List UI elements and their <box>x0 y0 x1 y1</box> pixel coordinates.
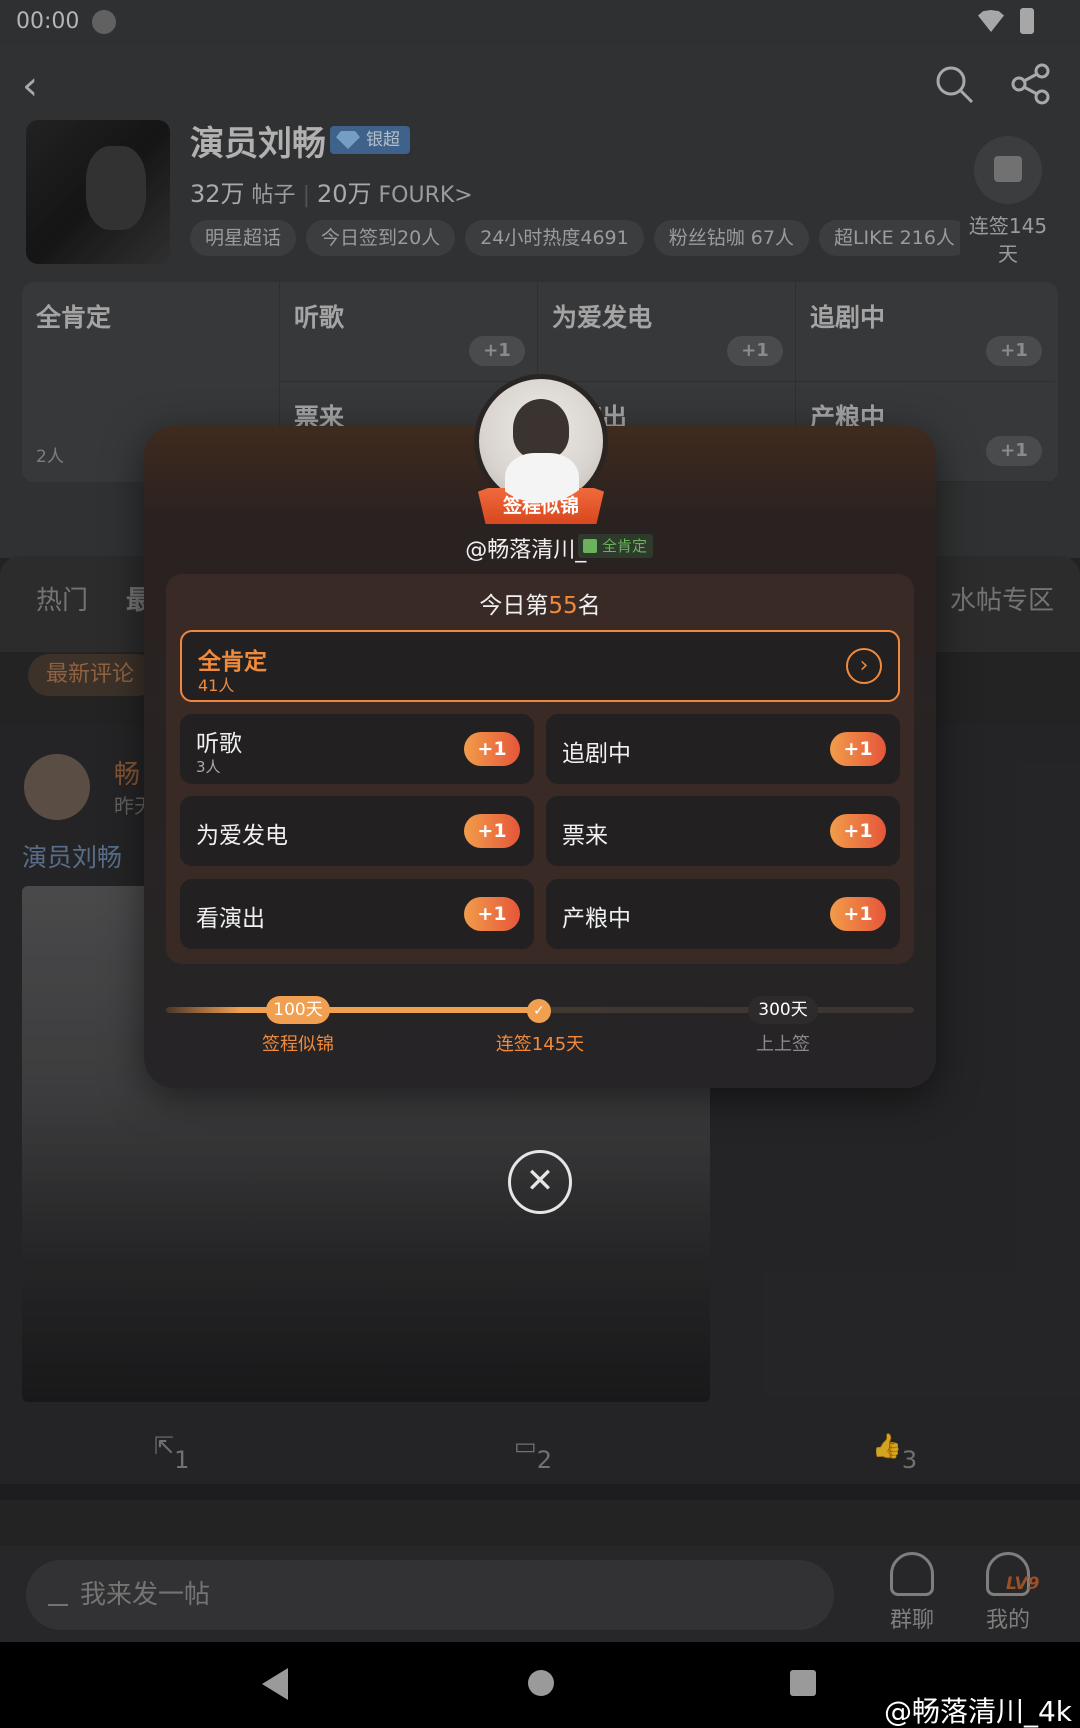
plus-one-button[interactable]: +1 <box>464 897 520 931</box>
close-icon[interactable]: ✕ <box>508 1150 572 1214</box>
current-streak-label: 连签145天 <box>495 1034 585 1055</box>
chevron-right-icon[interactable]: › <box>846 648 882 684</box>
modal-item[interactable]: 票来 +1 <box>546 796 900 866</box>
modal-item[interactable]: 听歌 3人 +1 <box>180 714 534 784</box>
modal-user-tag: 全肯定 <box>578 534 654 558</box>
modal-item[interactable]: 产粮中 +1 <box>546 879 900 949</box>
milestone-300-label: 上上签 <box>756 1034 810 1055</box>
plus-one-button[interactable]: +1 <box>830 732 886 766</box>
modal-item[interactable]: 追剧中 +1 <box>546 714 900 784</box>
rank-number: 55 <box>548 593 578 619</box>
plus-one-button[interactable]: +1 <box>464 814 520 848</box>
modal-item-label: 产粮中 <box>562 906 631 932</box>
plus-one-button[interactable]: +1 <box>830 897 886 931</box>
rank-suffix: 名 <box>577 593 601 619</box>
plus-one-button[interactable]: +1 <box>464 732 520 766</box>
plus-one-button[interactable]: +1 <box>830 814 886 848</box>
milestone-100: 100天 <box>266 996 330 1024</box>
modal-item[interactable]: 看演出 +1 <box>180 879 534 949</box>
modal-avatar <box>474 374 608 508</box>
main-item-count: 41人 <box>198 676 235 695</box>
milestone-100-label: 签程似锦 <box>262 1034 334 1055</box>
milestone-300: 300天 <box>748 996 818 1024</box>
modal-item-count: 3人 <box>196 758 221 776</box>
nav-recents-icon[interactable] <box>790 1670 816 1696</box>
modal-main-item[interactable]: 全肯定 41人 › <box>180 630 900 702</box>
modal-item-label: 听歌 <box>196 731 242 757</box>
current-streak-check-icon: ✓ <box>527 999 551 1023</box>
streak-progress-fill <box>166 1007 540 1013</box>
main-item-label: 全肯定 <box>198 649 267 675</box>
modal-item-label: 票来 <box>562 823 608 849</box>
modal-item-label: 看演出 <box>196 906 265 932</box>
modal-item-label: 追剧中 <box>562 741 631 767</box>
modal-rank: 今日第55名 <box>166 586 914 620</box>
modal-item[interactable]: 为爱发电 +1 <box>180 796 534 866</box>
modal-item-label: 为爱发电 <box>196 823 288 849</box>
watermark: @畅落清川_4k <box>883 1695 1072 1728</box>
rank-prefix: 今日第 <box>479 593 549 619</box>
nav-home-icon[interactable] <box>528 1670 554 1696</box>
nav-back-icon[interactable] <box>262 1668 288 1700</box>
